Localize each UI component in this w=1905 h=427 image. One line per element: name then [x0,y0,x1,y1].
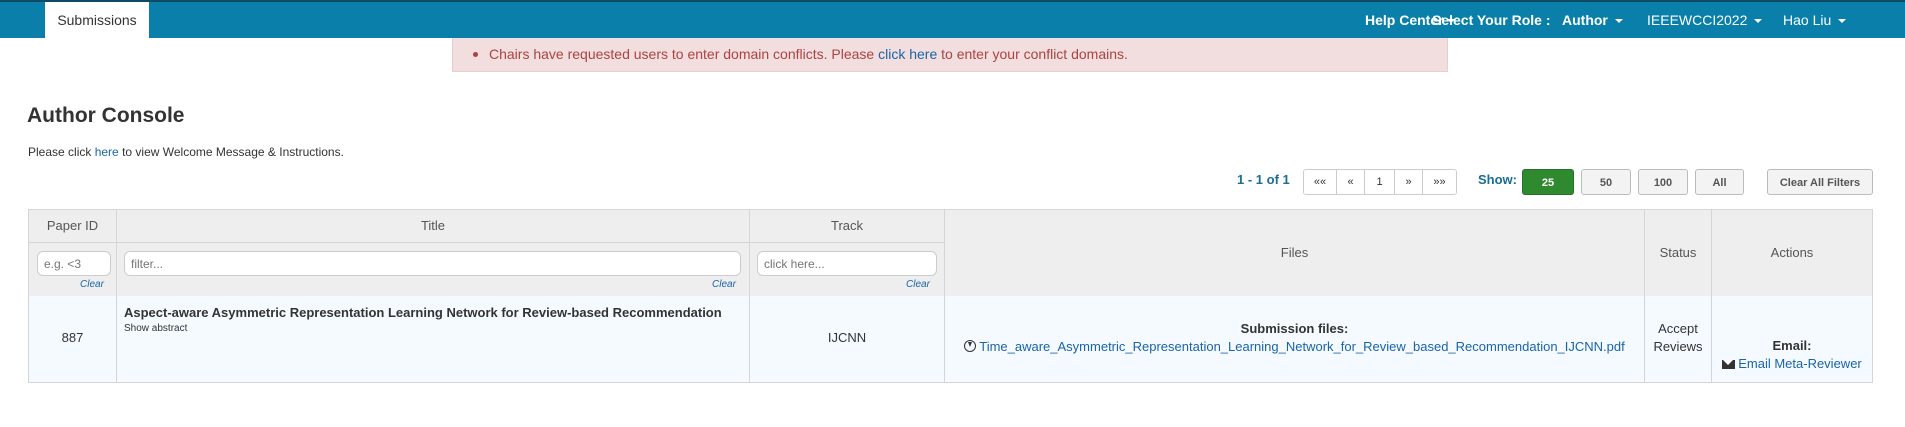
intro-suffix: to view Welcome Message & Instructions. [118,145,344,159]
submission-files-label: Submission files: [1240,321,1349,336]
status-value: Accept [1658,321,1698,336]
paper-id-link[interactable]: 887 [29,330,116,345]
email-meta-reviewer-link[interactable]: Email Meta-Reviewer [1738,356,1862,371]
envelope-icon [1722,360,1736,369]
chevron-down-icon [1838,19,1847,24]
page-1-button[interactable]: 1 [1365,170,1395,194]
conference-menu[interactable]: IEEEWCCI2022 [1647,2,1763,38]
email-meta-reviewer: Email Meta-Reviewer [1712,356,1872,371]
track-value: IJCNN [827,330,867,345]
submissions-table: Paper ID Title Track Files Status Action… [28,209,1873,383]
submission-file: Time_aware_Asymmetric_Representation_Lea… [945,339,1644,354]
pager: «« « 1 » »» [1303,169,1457,195]
next-page-button[interactable]: » [1395,170,1423,194]
col-actions: Actions [1770,245,1814,260]
chevron-down-icon [1614,19,1623,24]
title-clear-link[interactable]: Clear [712,279,736,290]
pagination-info: 1 - 1 of 1 [1237,172,1290,187]
tab-submissions[interactable]: Submissions [45,2,149,38]
intro-text: Please click here to view Welcome Messag… [28,145,344,159]
show-all-button[interactable]: All [1695,169,1744,195]
track-clear-link[interactable]: Clear [906,279,930,290]
email-label: Email: [1772,338,1812,353]
alert-click-here-link[interactable]: click here [878,46,937,62]
col-title[interactable]: Title [117,210,749,242]
reviews-link[interactable]: Reviews [1645,339,1711,354]
domain-conflict-alert: Chairs have requested users to enter dom… [452,38,1448,72]
paper-title: Aspect-aware Asymmetric Representation L… [124,305,722,320]
user-menu[interactable]: Hao Liu [1783,2,1847,38]
title-filter-input[interactable] [124,251,741,276]
role-label: Author [1562,12,1608,28]
paper-id-clear-link[interactable]: Clear [80,279,104,290]
conference-label: IEEEWCCI2022 [1647,12,1748,28]
last-page-button[interactable]: »» [1423,170,1456,194]
col-files: Files [1280,245,1309,260]
intro-prefix: Please click [28,145,95,159]
first-page-button[interactable]: «« [1304,170,1337,194]
track-filter-input[interactable] [757,251,937,276]
welcome-here-link[interactable]: here [95,145,119,159]
alert-text-prefix: Chairs have requested users to enter dom… [489,46,879,62]
download-icon [964,340,977,352]
top-navbar: Submissions Help Center Select Your Role… [0,0,1905,38]
paper-id-filter-input[interactable] [37,251,111,276]
alert-text-suffix: to enter your conflict domains. [937,46,1128,62]
select-role-label: Select Your Role : [1432,12,1551,28]
bullet-icon [473,52,478,57]
show-label: Show: [1478,172,1517,187]
clear-all-filters-button[interactable]: Clear All Filters [1767,169,1873,195]
prev-page-button[interactable]: « [1337,170,1365,194]
chevron-down-icon [1754,19,1763,24]
col-track[interactable]: Track [750,210,944,242]
col-status[interactable]: Status [1645,210,1711,296]
page-title: Author Console [27,104,185,127]
show-25-button[interactable]: 25 [1522,169,1574,195]
show-50-button[interactable]: 50 [1581,169,1631,195]
show-100-button[interactable]: 100 [1638,169,1688,195]
role-menu[interactable]: Author [1562,2,1623,38]
user-label: Hao Liu [1783,12,1832,28]
show-abstract-link[interactable]: Show abstract [124,323,187,334]
col-paper-id[interactable]: Paper ID [29,210,116,242]
submission-file-link[interactable]: Time_aware_Asymmetric_Representation_Lea… [979,339,1625,354]
